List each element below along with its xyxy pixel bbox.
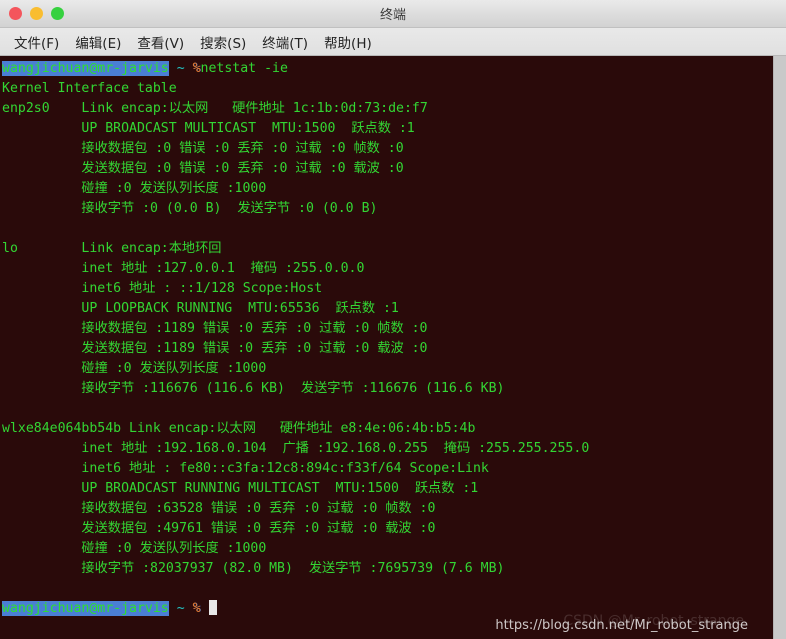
output-line: inet 地址 :127.0.0.1 掩码 :255.0.0.0	[2, 261, 365, 276]
output-line: 碰撞 :0 发送队列长度 :1000	[2, 361, 275, 376]
output-line: 接收数据包 :0 错误 :0 丢弃 :0 过载 :0 帧数 :0	[2, 141, 404, 156]
prompt-path: ~	[176, 61, 185, 76]
output-line: 发送数据包 :1189 错误 :0 丢弃 :0 过载 :0 载波 :0	[2, 341, 428, 356]
output-line: inet6 地址 : fe80::c3fa:12c8:894c:f33f/64 …	[2, 461, 489, 476]
menu-file[interactable]: 文件(F)	[6, 29, 67, 55]
typed-command: netstat -ie	[200, 61, 288, 76]
prompt-userhost: wangjichuan@mr-jarvis	[2, 61, 169, 76]
output-line: inet6 地址 : ::1/128 Scope:Host	[2, 281, 323, 296]
terminal-output[interactable]: wangjichuan@mr-jarvis ~ %netstat -ie Ker…	[0, 56, 770, 639]
watermark-url: https://blog.csdn.net/Mr_robot_strange	[495, 618, 748, 633]
output-line: 碰撞 :0 发送队列长度 :1000	[2, 541, 275, 556]
output-line: 接收字节 :116676 (116.6 KB) 发送字节 :116676 (11…	[2, 381, 505, 396]
minimize-button[interactable]	[30, 7, 43, 20]
close-button[interactable]	[9, 7, 22, 20]
terminal-window: 终端 文件(F) 编辑(E) 查看(V) 搜索(S) 终端(T) 帮助(H) w…	[0, 0, 786, 639]
text-cursor	[208, 600, 217, 615]
output-line: UP LOOPBACK RUNNING MTU:65536 跃点数 :1	[2, 301, 399, 316]
prompt-userhost-bottom: wangjichuan@mr-jarvis	[2, 601, 169, 616]
output-line: 发送数据包 :49761 错误 :0 丢弃 :0 过载 :0 载波 :0	[2, 521, 436, 536]
window-title: 终端	[379, 8, 406, 23]
terminal-area: wangjichuan@mr-jarvis ~ %netstat -ie Ker…	[0, 56, 786, 639]
menu-search[interactable]: 搜索(S)	[192, 29, 254, 55]
output-line: Kernel Interface table	[2, 81, 177, 96]
output-line: inet 地址 :192.168.0.104 广播 :192.168.0.255…	[2, 441, 590, 456]
menu-edit[interactable]: 编辑(E)	[67, 29, 129, 55]
window-controls	[0, 7, 64, 20]
output-line: 接收字节 :82037937 (82.0 MB) 发送字节 :7695739 (…	[2, 561, 505, 576]
prompt-sigil-icon-bottom: %	[192, 601, 201, 616]
command-output: Kernel Interface table enp2s0 Link encap:…	[2, 79, 770, 599]
menu-bar: 文件(F) 编辑(E) 查看(V) 搜索(S) 终端(T) 帮助(H)	[0, 28, 786, 56]
scrollbar-thumb[interactable]	[773, 56, 786, 639]
prompt-sigil-icon: %	[192, 61, 201, 76]
title-bar: 终端	[0, 0, 786, 28]
vertical-scrollbar[interactable]	[770, 56, 786, 639]
output-line: UP BROADCAST RUNNING MULTICAST MTU:1500 …	[2, 481, 479, 496]
output-line: wlxe84e064bb54b Link encap:以太网 硬件地址 e8:4…	[2, 421, 492, 436]
output-line: 接收字节 :0 (0.0 B) 发送字节 :0 (0.0 B)	[2, 201, 378, 216]
prompt-path-bottom: ~	[176, 601, 185, 616]
maximize-button[interactable]	[51, 7, 64, 20]
prompt-line-bottom: wangjichuan@mr-jarvis ~ %	[2, 599, 770, 619]
output-line: 发送数据包 :0 错误 :0 丢弃 :0 过载 :0 载波 :0	[2, 161, 404, 176]
output-line: lo Link encap:本地环回	[2, 241, 238, 256]
menu-terminal[interactable]: 终端(T)	[254, 29, 316, 55]
output-line: UP BROADCAST MULTICAST MTU:1500 跃点数 :1	[2, 121, 415, 136]
menu-view[interactable]: 查看(V)	[129, 29, 192, 55]
menu-help[interactable]: 帮助(H)	[316, 29, 380, 55]
output-line: 接收数据包 :63528 错误 :0 丢弃 :0 过载 :0 帧数 :0	[2, 501, 436, 516]
output-line: 接收数据包 :1189 错误 :0 丢弃 :0 过载 :0 帧数 :0	[2, 321, 428, 336]
prompt-line-top: wangjichuan@mr-jarvis ~ %netstat -ie	[2, 59, 770, 79]
output-line: 碰撞 :0 发送队列长度 :1000	[2, 181, 275, 196]
output-line: enp2s0 Link encap:以太网 硬件地址 1c:1b:0d:73:d…	[2, 101, 444, 116]
